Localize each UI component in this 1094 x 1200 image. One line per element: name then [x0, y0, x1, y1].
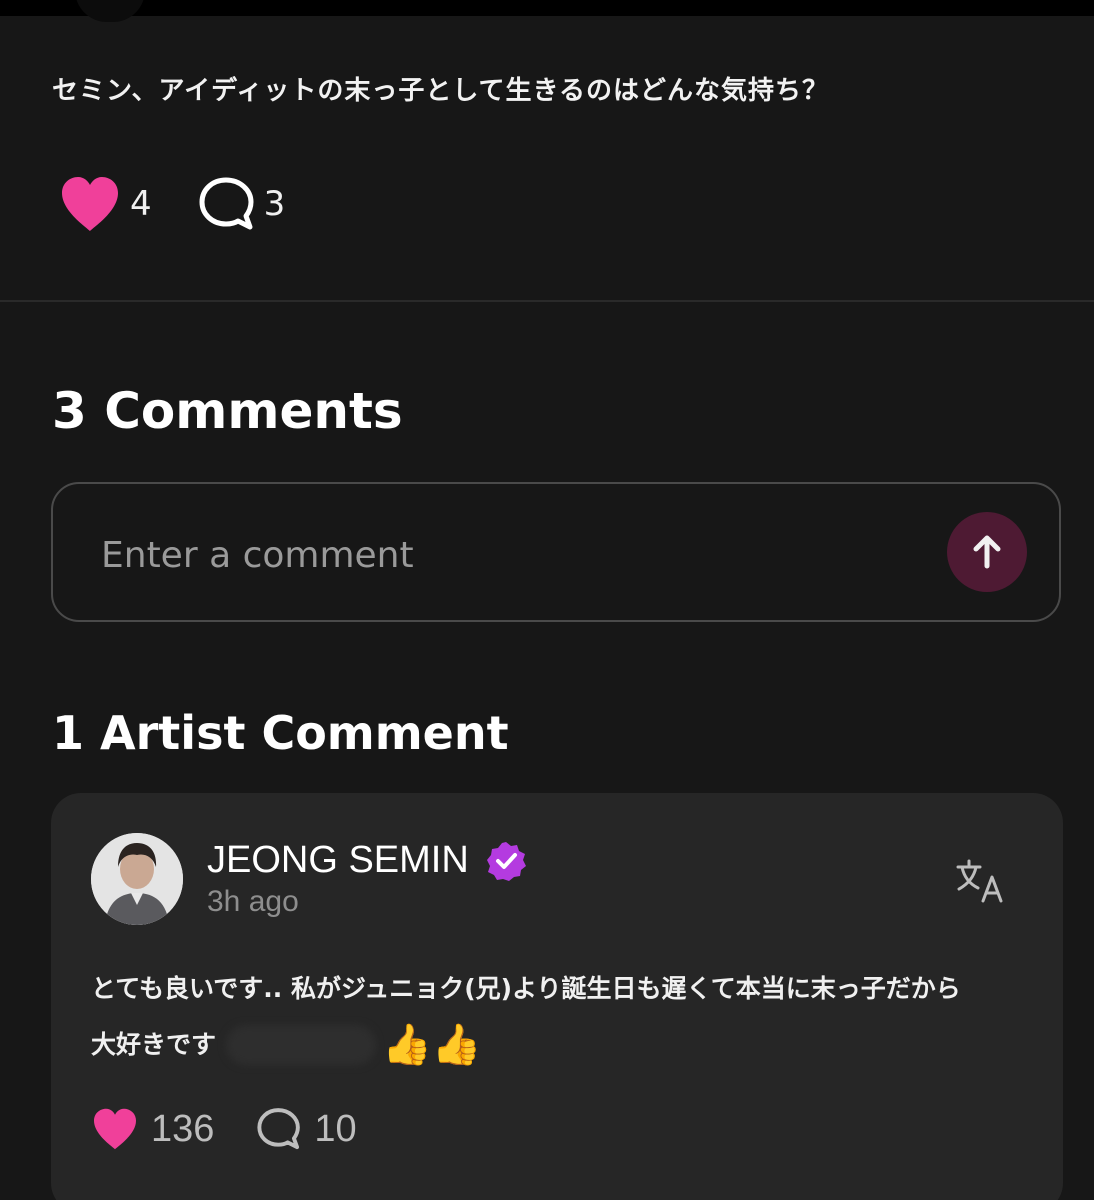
post-like-count: 4 — [130, 184, 152, 224]
heart-icon — [94, 1108, 136, 1150]
artist-name-row: JEONG SEMIN — [207, 839, 527, 882]
speech-bubble-icon — [199, 177, 254, 230]
post-like-button[interactable]: 4 — [58, 175, 152, 233]
thumbs-up-emoji: 👍👍 — [382, 1022, 482, 1068]
comments-heading: 3 Comments — [52, 382, 403, 440]
comment-composer — [51, 482, 1061, 622]
comment-line-2: 大好きです — [91, 1030, 217, 1059]
heart-icon — [62, 177, 118, 231]
comment-like-button[interactable]: 136 — [91, 1107, 214, 1151]
top-bar — [0, 0, 1094, 16]
post-author-avatar[interactable] — [75, 0, 145, 22]
send-comment-button[interactable] — [947, 512, 1027, 592]
blurred-region — [226, 1025, 377, 1065]
avatar[interactable] — [91, 833, 183, 925]
comment-timestamp: 3h ago — [207, 885, 299, 918]
comment-like-count: 136 — [151, 1107, 215, 1150]
verified-badge-icon — [485, 840, 527, 882]
artist-avatar-image — [91, 833, 183, 925]
section-divider — [0, 300, 1094, 302]
comment-reply-button[interactable]: 10 — [256, 1107, 357, 1151]
comment-line-1: とても良いです.. 私がジュニョク(兄)より誕生日も遅くて本当に末っ子だから — [91, 974, 961, 1003]
translate-button[interactable] — [953, 855, 1009, 905]
post-comment-count: 3 — [263, 184, 286, 224]
artist-comment-text: とても良いです.. 私がジュニョク(兄)より誕生日も遅くて本当に末っ子だから 大… — [91, 961, 1031, 1073]
artist-comments-heading: 1 Artist Comment — [52, 706, 509, 760]
post-text: セミン、アイディットの末っ子として生きるのはどんな気持ち？ — [52, 76, 830, 106]
post-comment-button[interactable]: 3 — [198, 176, 286, 232]
comment-input[interactable] — [99, 524, 903, 586]
comment-reply-count: 10 — [314, 1107, 357, 1150]
artist-name[interactable]: JEONG SEMIN — [207, 839, 469, 882]
speech-bubble-icon — [257, 1108, 301, 1150]
artist-comment-card: JEONG SEMIN 3h ago とても良いです.. 私がジュニョク(兄)よ… — [51, 793, 1063, 1200]
artist-comment-actions: 136 10 — [91, 1101, 399, 1157]
post-actions: 4 3 — [58, 172, 331, 236]
arrow-up-icon — [973, 535, 1001, 569]
translate-icon — [956, 859, 1003, 903]
comment-line-2-row: 大好きです 👍👍 — [91, 1017, 1031, 1073]
post-detail-screen: セミン、アイディットの末っ子として生きるのはどんな気持ち？ 4 3 3 Comm… — [0, 0, 1094, 1200]
